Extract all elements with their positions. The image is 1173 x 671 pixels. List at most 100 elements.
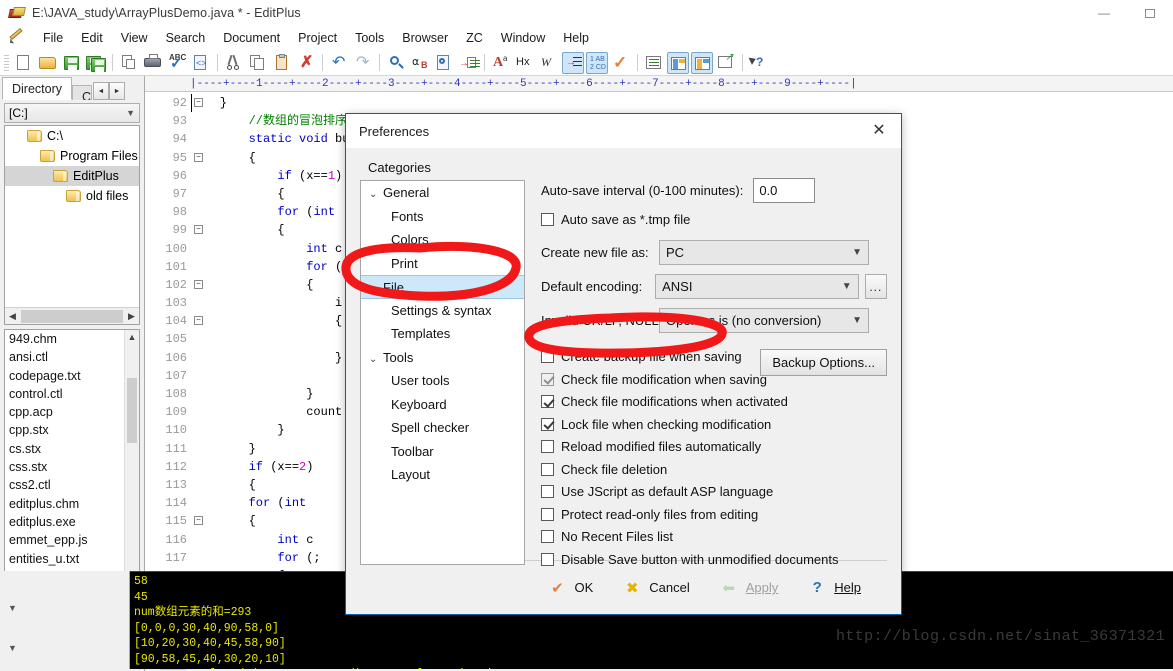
backup-options-button[interactable]: Backup Options... [760, 349, 887, 376]
autosave-tmp-row[interactable]: Auto save as *.tmp file [541, 212, 887, 227]
checkbox[interactable] [541, 372, 554, 386]
menu-window[interactable]: Window [492, 29, 554, 47]
checkbox[interactable] [541, 395, 554, 408]
list-item[interactable]: css2.ctl [5, 476, 139, 494]
checkbox[interactable] [541, 350, 554, 363]
checkbox[interactable] [541, 440, 554, 453]
category-item-templates[interactable]: Templates [361, 322, 524, 346]
chevron-down-icon[interactable]: ⌄ [369, 348, 383, 372]
tab-directory[interactable]: Directory [2, 77, 73, 100]
menu-document[interactable]: Document [214, 29, 289, 47]
checkbox-row-check-file-deletion[interactable]: Check file deletion [541, 462, 887, 477]
category-item-file[interactable]: ⌄ File [361, 275, 524, 299]
list-item[interactable]: 949.chm [5, 330, 139, 348]
fold-toggle-icon[interactable]: − [194, 98, 203, 107]
checkbox[interactable] [541, 507, 554, 521]
word-wrap-icon[interactable]: W [538, 52, 560, 74]
category-item-general[interactable]: ⌄ General [361, 181, 524, 205]
code-line[interactable]: } [191, 94, 1173, 112]
list-item[interactable]: entities_u.txt [5, 550, 139, 568]
list-item[interactable]: editplus.exe [5, 513, 139, 531]
checkbox-row-disable-save-button-with-unmodified-documents[interactable]: Disable Save button with unmodified docu… [541, 552, 887, 567]
view-source-icon[interactable]: <> [190, 52, 212, 74]
chevron-down-icon[interactable]: ▼ [8, 603, 17, 613]
list-item[interactable]: ansi.ctl [5, 348, 139, 366]
toggle-output-icon[interactable]: ✓ [610, 52, 632, 74]
checkbox-row-reload-modified-files-automatically[interactable]: Reload modified files automatically [541, 439, 887, 454]
list-item[interactable]: cpp.acp [5, 403, 139, 421]
category-item-settings-syntax[interactable]: Settings & syntax [361, 299, 524, 323]
list-item[interactable]: emmet_epp.js [5, 531, 139, 549]
categories-tree[interactable]: ⌄ General Fonts Colors Print ⌄ File Settings & … [360, 180, 525, 565]
category-item-tools[interactable]: ⌄ Tools [361, 346, 524, 370]
checkbox[interactable] [541, 485, 554, 498]
goto-line-icon[interactable]: → [457, 52, 480, 74]
checkbox[interactable] [541, 530, 554, 543]
list-item[interactable]: control.ctl [5, 385, 139, 403]
drive-select[interactable]: [C:] ▼ [4, 103, 140, 123]
checkbox[interactable] [541, 552, 554, 566]
encoding-select[interactable]: ANSI ▼ [655, 274, 859, 299]
menu-file[interactable]: File [34, 29, 72, 47]
cut-icon[interactable] [223, 52, 245, 74]
tree-item-editplus[interactable]: EditPlus [5, 166, 139, 186]
checkbox-row-no-recent-files-list[interactable]: No Recent Files list [541, 529, 887, 544]
checkbox-row-lock-file-when-checking-modification[interactable]: Lock file when checking modification [541, 417, 887, 432]
list-item[interactable]: cs.stx [5, 440, 139, 458]
spell-check-icon[interactable]: ABC ✓ [166, 52, 188, 74]
autosave-input[interactable]: 0.0 [753, 178, 816, 203]
menu-zc[interactable]: ZC [457, 29, 492, 47]
encoding-more-button[interactable]: ... [864, 274, 887, 299]
toggle-document-selector-icon[interactable] [643, 52, 665, 74]
fold-toggle-icon[interactable]: − [194, 516, 203, 526]
fold-toggle-icon[interactable]: − [194, 279, 203, 289]
tree-item-program-files[interactable]: Program Files (x8 [5, 146, 139, 166]
toggle-directory-window-icon[interactable] [667, 51, 689, 74]
fold-toggle-icon[interactable]: − [194, 225, 203, 235]
crlf-select[interactable]: Open as is (no conversion) ▼ [659, 308, 869, 333]
font-icon[interactable]: Aa [490, 52, 512, 74]
category-item-toolbar[interactable]: Toolbar [361, 440, 524, 464]
scroll-thumb[interactable] [21, 309, 123, 323]
ok-button[interactable]: ✔ OK [546, 579, 593, 597]
category-item-colors[interactable]: Colors [361, 228, 524, 252]
scroll-thumb[interactable] [127, 378, 137, 443]
paste-icon[interactable] [271, 52, 293, 74]
tab-next-button[interactable]: ► [109, 82, 126, 100]
chevron-down-icon[interactable]: ⌄ [369, 183, 383, 207]
menu-edit[interactable]: Edit [72, 29, 112, 47]
menu-browser[interactable]: Browser [393, 29, 457, 47]
save-icon[interactable] [61, 52, 83, 74]
highlight-icon[interactable]: → [562, 51, 584, 74]
save-all-icon[interactable] [85, 52, 107, 74]
menu-help[interactable]: Help [554, 29, 598, 47]
directory-tree[interactable]: C:\ Program Files (x8 EditPlus old files… [4, 125, 140, 325]
replace-icon[interactable]: ⍺ B [409, 52, 431, 74]
list-item[interactable]: editplus.chm [5, 495, 139, 513]
print-preview-icon[interactable] [118, 52, 140, 74]
list-item[interactable]: cpp.stx [5, 421, 139, 439]
delete-icon[interactable]: ✗ [295, 52, 317, 74]
scroll-up-icon[interactable]: ▲ [125, 330, 139, 345]
undo-icon[interactable]: ↶ [328, 52, 350, 74]
checkbox-row-use-jscript-as-default-asp-language[interactable]: Use JScript as default ASP language [541, 484, 887, 499]
checkbox-row-protect-read-only-files-from-editing[interactable]: Protect read-only files from editing [541, 507, 887, 522]
checkbox[interactable] [541, 462, 554, 476]
create-new-select[interactable]: PC ▼ [659, 240, 869, 265]
scroll-left-icon[interactable]: ◀ [5, 311, 20, 322]
category-item-spell-checker[interactable]: Spell checker [361, 416, 524, 440]
find-icon[interactable] [385, 52, 407, 74]
menu-tools[interactable]: Tools [346, 29, 393, 47]
checkbox[interactable] [541, 417, 554, 431]
toggle-clipboard-window-icon[interactable] [691, 51, 713, 74]
category-item-print[interactable]: Print [361, 252, 524, 276]
tab-prev-button[interactable]: ◄ [93, 82, 110, 100]
scroll-right-icon[interactable]: ▶ [124, 311, 139, 322]
redo-icon[interactable]: ↶ [352, 52, 374, 74]
category-item-fonts[interactable]: Fonts [361, 205, 524, 229]
cancel-button[interactable]: ✖ Cancel [621, 579, 690, 597]
toolbar-grip[interactable] [4, 53, 9, 72]
list-item[interactable]: codepage.txt [5, 367, 139, 385]
minimize-button[interactable]: — [1081, 0, 1127, 26]
open-file-icon[interactable] [37, 52, 59, 74]
